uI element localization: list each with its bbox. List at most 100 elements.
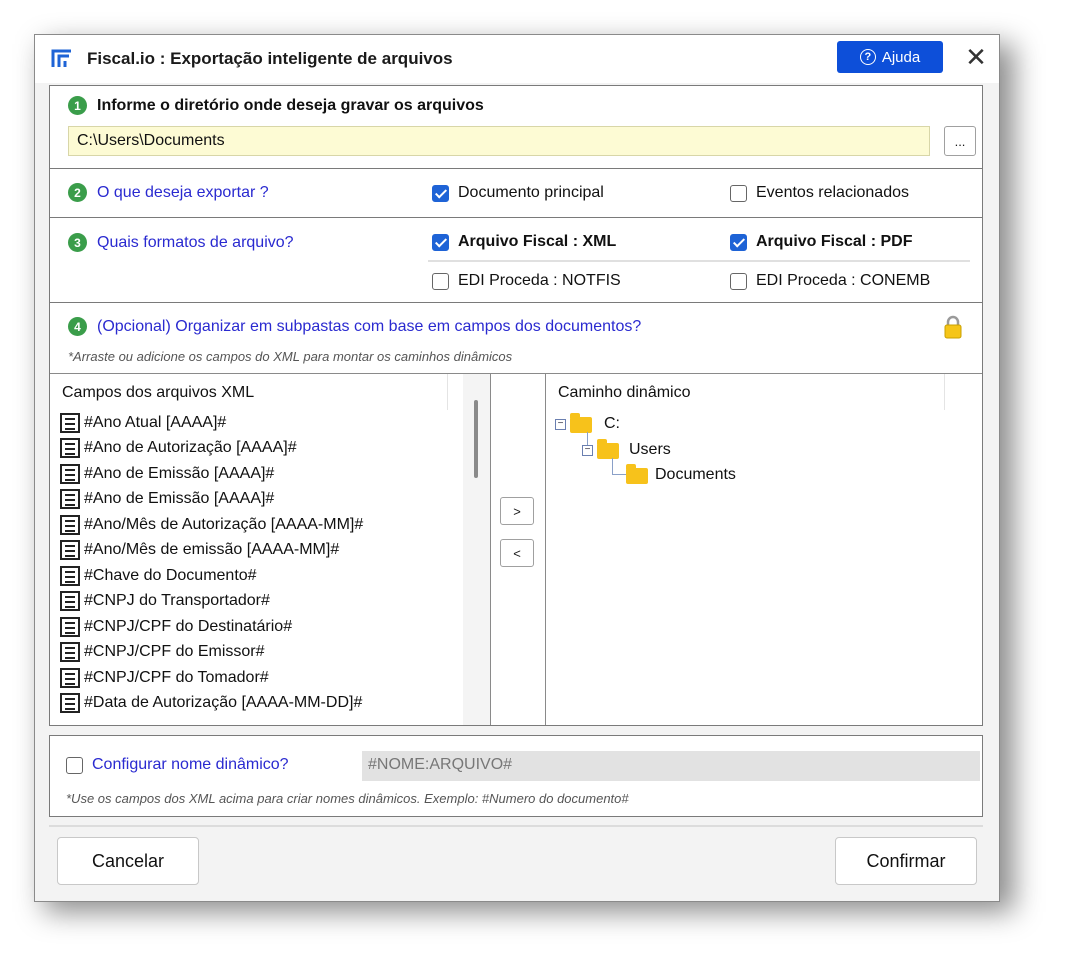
xml-field-label: #Ano Atual [AAAA]#: [84, 413, 227, 431]
option-label: Eventos relacionados: [756, 184, 909, 201]
xml-fields-list: #Ano Atual [AAAA]# #Ano de Autorização [A…: [60, 410, 440, 716]
xml-field-label: #CNPJ/CPF do Emissor#: [84, 643, 265, 661]
field-list-icon: [60, 463, 80, 484]
step4-label: (Opcional) Organizar em subpastas com ba…: [97, 317, 642, 335]
field-list-icon: [60, 540, 80, 561]
step1-section: 1 Informe o diretório onde deseja gravar…: [49, 85, 983, 169]
tree-node-c[interactable]: C:: [604, 415, 620, 433]
step4-section: 4 (Opcional) Organizar em subpastas com …: [49, 302, 983, 726]
dynamic-path-panel: Caminho dinâmico − C: − Users Documents: [545, 373, 982, 725]
step4-badge: 4: [68, 317, 87, 336]
option-xml[interactable]: Arquivo Fiscal : XML: [432, 233, 616, 251]
dynamic-name-toggle[interactable]: Configurar nome dinâmico?: [66, 756, 289, 774]
xml-field-label: #Data de Autorização [AAAA-MM-DD]#: [84, 694, 363, 712]
option-label: Arquivo Fiscal : XML: [458, 233, 617, 250]
checkbox-checked[interactable]: [730, 233, 747, 251]
option-label: Documento principal: [458, 184, 604, 201]
step2-section: 2 O que deseja exportar ? Documento prin…: [49, 168, 983, 218]
option-conemb[interactable]: EDI Proceda : CONEMB: [730, 272, 930, 290]
xml-field-item[interactable]: #CNPJ do Transportador#: [60, 589, 440, 615]
xml-field-label: #CNPJ do Transportador#: [84, 592, 270, 610]
dynamic-name-input[interactable]: #NOME:ARQUIVO#: [362, 751, 980, 781]
dynamic-name-label: Configurar nome dinâmico?: [92, 756, 289, 773]
tree-node-documents[interactable]: Documents: [655, 466, 736, 484]
dynamic-path-header: Caminho dinâmico: [558, 384, 691, 401]
xml-field-label: #Ano/Mês de emissão [AAAA-MM]#: [84, 541, 340, 559]
xml-field-label: #CNPJ/CPF do Tomador#: [84, 668, 269, 686]
xml-field-item[interactable]: #Ano Atual [AAAA]#: [60, 410, 440, 436]
step1-label: Informe o diretório onde deseja gravar o…: [97, 96, 484, 114]
folder-icon: [597, 439, 619, 459]
tree-connector: [612, 458, 626, 475]
xml-field-item[interactable]: #CNPJ/CPF do Destinatário#: [60, 614, 440, 640]
xml-field-label: #Ano de Autorização [AAAA]#: [84, 439, 297, 457]
cancel-button[interactable]: Cancelar: [57, 837, 199, 885]
dialog-title: Fiscal.io : Exportação inteligente de ar…: [87, 49, 453, 68]
xml-field-item[interactable]: #CNPJ/CPF do Emissor#: [60, 640, 440, 666]
field-list-icon: [60, 642, 80, 663]
field-list-icon: [60, 616, 80, 637]
field-list-icon: [60, 667, 80, 688]
option-pdf[interactable]: Arquivo Fiscal : PDF: [730, 233, 912, 251]
tree-collapse-toggle[interactable]: −: [582, 445, 593, 456]
step3-section: 3 Quais formatos de arquivo? Arquivo Fis…: [49, 217, 983, 303]
checkbox-checked[interactable]: [432, 233, 449, 251]
xml-fields-header: Campos dos arquivos XML: [62, 384, 255, 401]
folder-icon: [570, 413, 592, 433]
header-divider: [447, 374, 448, 410]
fiscalio-logo-icon: [51, 49, 71, 67]
tree-collapse-toggle[interactable]: −: [555, 419, 566, 430]
option-eventos-relacionados[interactable]: Eventos relacionados: [730, 184, 909, 202]
add-field-button[interactable]: >: [500, 497, 534, 525]
xml-field-item[interactable]: #Ano de Autorização [AAAA]#: [60, 436, 440, 462]
field-list-icon: [60, 412, 80, 433]
xml-field-label: #Ano de Emissão [AAAA]#: [84, 464, 275, 482]
checkbox-unchecked[interactable]: [730, 272, 747, 290]
field-list-icon: [60, 565, 80, 586]
field-list-icon: [60, 591, 80, 612]
xml-fields-panel: Campos dos arquivos XML #Ano Atual [AAAA…: [50, 373, 491, 725]
option-label: Arquivo Fiscal : PDF: [756, 233, 913, 250]
checkbox-checked[interactable]: [432, 184, 449, 202]
browse-button[interactable]: ...: [944, 126, 976, 156]
scrollbar[interactable]: [463, 374, 490, 725]
xml-field-item[interactable]: #Data de Autorização [AAAA-MM-DD]#: [60, 691, 440, 717]
question-icon: ?: [859, 49, 876, 65]
step3-label: Quais formatos de arquivo?: [97, 233, 294, 251]
xml-field-item[interactable]: #Ano de Emissão [AAAA]#: [60, 461, 440, 487]
option-label: EDI Proceda : CONEMB: [756, 272, 931, 289]
option-documento-principal[interactable]: Documento principal: [432, 184, 604, 202]
step3-badge: 3: [68, 233, 87, 252]
checkbox-unchecked[interactable]: [730, 184, 747, 202]
export-dialog: Fiscal.io : Exportação inteligente de ar…: [34, 34, 1000, 902]
step4-hint: *Arraste ou adicione os campos do XML pa…: [68, 349, 513, 364]
xml-field-item[interactable]: #Chave do Documento#: [60, 563, 440, 589]
field-list-icon: [60, 489, 80, 510]
scrollbar-thumb[interactable]: [474, 400, 478, 478]
tree-node-users[interactable]: Users: [629, 441, 671, 459]
lock-icon: [944, 315, 962, 339]
xml-field-item[interactable]: #Ano/Mês de Autorização [AAAA-MM]#: [60, 512, 440, 538]
help-button-label: Ajuda: [881, 48, 921, 66]
xml-field-item[interactable]: #Ano/Mês de emissão [AAAA-MM]#: [60, 538, 440, 564]
header-divider: [944, 374, 945, 410]
step1-badge: 1: [68, 96, 87, 115]
checkbox-unchecked[interactable]: [432, 272, 449, 290]
xml-field-label: #Ano de Emissão [AAAA]#: [84, 490, 275, 508]
xml-field-label: #Chave do Documento#: [84, 566, 257, 584]
footer-divider: [49, 825, 983, 827]
dynamic-name-hint: *Use os campos dos XML acima para criar …: [66, 791, 629, 806]
xml-field-label: #CNPJ/CPF do Destinatário#: [84, 617, 293, 635]
close-button[interactable]: ✕: [961, 41, 991, 73]
xml-field-label: #Ano/Mês de Autorização [AAAA-MM]#: [84, 515, 364, 533]
confirm-button[interactable]: Confirmar: [835, 837, 977, 885]
remove-field-button[interactable]: <: [500, 539, 534, 567]
dynamic-name-section: Configurar nome dinâmico? #NOME:ARQUIVO#…: [49, 735, 983, 817]
xml-field-item[interactable]: #Ano de Emissão [AAAA]#: [60, 487, 440, 513]
checkbox-unchecked[interactable]: [66, 756, 83, 774]
xml-field-item[interactable]: #CNPJ/CPF do Tomador#: [60, 665, 440, 691]
directory-input[interactable]: C:\Users\Documents: [68, 126, 930, 156]
help-button[interactable]: ? Ajuda: [837, 41, 943, 73]
step2-label: O que deseja exportar ?: [97, 183, 269, 201]
option-notfis[interactable]: EDI Proceda : NOTFIS: [432, 272, 621, 290]
